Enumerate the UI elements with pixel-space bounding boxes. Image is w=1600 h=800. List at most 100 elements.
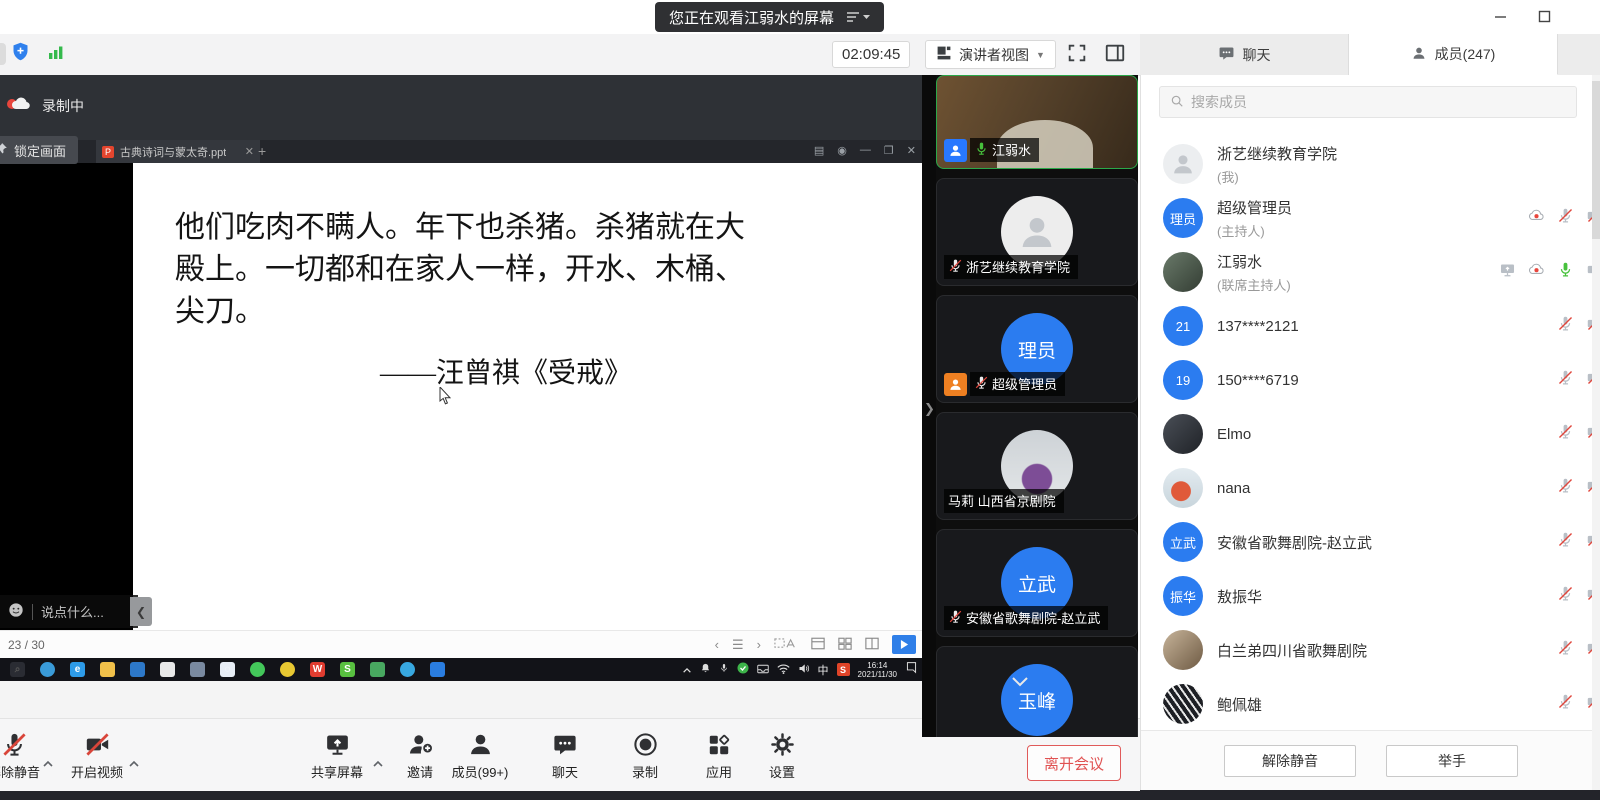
search-icon[interactable]: ⌕ [10, 662, 25, 677]
chrome-icon[interactable] [280, 662, 295, 677]
close-icon[interactable]: ✕ [907, 144, 916, 157]
notification-center-icon[interactable] [905, 661, 918, 679]
bell-icon[interactable] [700, 661, 711, 679]
member-row[interactable]: 振华敖振华 [1141, 569, 1600, 623]
mic-muted-icon [1557, 531, 1574, 553]
chevron-up-icon[interactable] [682, 661, 692, 679]
select-tool-icon[interactable] [774, 637, 798, 653]
video-tile[interactable]: 江弱水 [936, 75, 1138, 169]
telegram-icon[interactable] [400, 662, 415, 677]
share-screen-button[interactable]: 共享屏幕 [294, 730, 380, 781]
share-options-chevron[interactable] [372, 755, 384, 773]
video-tile[interactable]: 玉峰 [936, 646, 1138, 737]
prev-slide-icon[interactable]: ‹ [715, 637, 719, 652]
wps-icon[interactable]: W [310, 662, 325, 677]
slide-list-icon[interactable]: ☰ [732, 637, 744, 653]
view-mode-dropdown[interactable]: 演讲者视图 ▼ [925, 40, 1056, 69]
wps-document-tab[interactable]: P 古典诗词与蒙太奇.ppt ✕ [96, 140, 260, 163]
lock-view-button[interactable]: 锁定画面 [0, 136, 78, 164]
slideshow-play-button[interactable] [892, 635, 916, 654]
member-row[interactable]: 鲍佩雄 [1141, 677, 1600, 731]
member-row[interactable]: Elmo [1141, 407, 1600, 461]
video-options-chevron[interactable] [128, 755, 140, 773]
member-row[interactable]: 浙艺继续教育学院(我) [1141, 137, 1600, 191]
tray-inbox-icon[interactable] [757, 661, 769, 679]
app-box-icon[interactable]: ◌ [220, 662, 235, 677]
file-explorer-icon[interactable] [100, 662, 115, 677]
video-tile[interactable]: 立武安徽省歌舞剧院-赵立武 [936, 529, 1138, 637]
new-tab-icon[interactable]: + [258, 143, 266, 159]
maximize-icon[interactable]: ❐ [884, 144, 894, 157]
video-name-label: 浙艺继续教育学院 [944, 255, 1078, 279]
maximize-icon[interactable] [1534, 6, 1554, 26]
members-button[interactable]: 成员(99+) [442, 730, 518, 781]
video-tile[interactable]: 马莉 山西省京剧院 [936, 412, 1138, 520]
app-ring-icon[interactable] [160, 662, 175, 677]
meeting-toolbar: 02:09:45 演讲者视图 ▼ [0, 34, 1140, 76]
video-tile[interactable]: 浙艺继续教育学院 [936, 178, 1138, 286]
security-dot-icon[interactable] [737, 661, 749, 679]
reading-view-icon[interactable]: ▤ [814, 144, 824, 157]
sogou-icon[interactable]: S [837, 663, 850, 676]
tab-close-icon[interactable]: ✕ [245, 145, 254, 158]
volume-icon[interactable] [798, 661, 810, 679]
member-row[interactable]: 理员超级管理员(主持人) [1141, 191, 1600, 245]
tab-members[interactable]: 成员(247) [1349, 34, 1558, 75]
wifi-icon[interactable] [777, 661, 790, 679]
network-signal-icon[interactable] [47, 43, 65, 66]
ime-indicator[interactable]: 中 [818, 662, 829, 678]
ie-browser-icon[interactable]: e [70, 662, 85, 677]
chat-button[interactable]: 聊天 [532, 730, 598, 781]
apps-button[interactable]: 应用 [686, 730, 752, 781]
collapse-videos-icon[interactable]: ❯ [924, 401, 935, 417]
settings-button[interactable]: 设置 [749, 730, 815, 781]
record-button[interactable]: 录制 [612, 730, 678, 781]
mail-icon[interactable] [130, 662, 145, 677]
next-slide-icon[interactable]: › [757, 637, 761, 652]
video-tile[interactable]: 理员超级管理员 [936, 295, 1138, 403]
member-row[interactable]: 江弱水(联席主持人) [1141, 245, 1600, 299]
grid-view-icon[interactable] [838, 637, 852, 653]
mic-muted-icon [1557, 477, 1574, 499]
mic-options-chevron[interactable] [42, 755, 54, 773]
chat-input-placeholder: 说点什么... [41, 602, 104, 621]
chat-collapse-button[interactable]: ❮ [130, 597, 152, 626]
screen-chat-input[interactable]: 说点什么... [0, 595, 138, 628]
watching-banner[interactable]: 您正在观看江弱水的屏幕 [655, 2, 884, 32]
video-name-label: 安徽省歌舞剧院-赵立武 [944, 606, 1108, 630]
watching-banner-text: 您正在观看江弱水的屏幕 [669, 7, 834, 28]
chevron-down-icon[interactable] [1005, 675, 1035, 693]
member-row[interactable]: 白兰弟四川省歌舞剧院 [1141, 623, 1600, 677]
panel-scrollbar[interactable] [1592, 75, 1600, 790]
unmute-button[interactable]: 解除静音 [1224, 745, 1356, 777]
shield-av-icon[interactable] [370, 662, 385, 677]
member-row[interactable]: nana [1141, 461, 1600, 515]
minimize-icon[interactable] [1490, 6, 1510, 26]
banner-menu-icon[interactable] [846, 12, 870, 22]
flash-icon[interactable]: S [340, 662, 355, 677]
member-search-input[interactable]: 搜索成员 [1159, 86, 1577, 118]
fullscreen-icon[interactable] [1066, 42, 1088, 69]
wechat-icon[interactable] [250, 662, 265, 677]
bluestacks-icon[interactable] [430, 662, 445, 677]
assistant-icon[interactable]: ◉ [837, 144, 847, 157]
minimize-icon[interactable]: — [860, 144, 871, 157]
member-name: Elmo [1217, 426, 1557, 443]
task-view-icon[interactable] [40, 662, 55, 677]
emoji-icon[interactable] [8, 602, 24, 621]
side-panel-toggle-icon[interactable] [1104, 42, 1126, 69]
raise-hand-button[interactable]: 举手 [1386, 745, 1518, 777]
tray-icons [682, 661, 810, 679]
mic-icon[interactable] [719, 661, 729, 679]
leave-meeting-button[interactable]: 离开会议 [1027, 745, 1121, 781]
scrollbar-thumb[interactable] [1592, 81, 1600, 239]
normal-view-icon[interactable] [811, 637, 825, 653]
member-row[interactable]: 21137****2121 [1141, 299, 1600, 353]
security-shield-icon[interactable] [10, 41, 31, 67]
split-view-icon[interactable] [865, 637, 879, 653]
laptop-app-icon[interactable] [190, 662, 205, 677]
tab-chat[interactable]: 聊天 [1140, 34, 1349, 75]
member-row[interactable]: 立武安徽省歌舞剧院-赵立武 [1141, 515, 1600, 569]
member-row[interactable]: 19150****6719 [1141, 353, 1600, 407]
camera-muted-icon [54, 730, 140, 758]
